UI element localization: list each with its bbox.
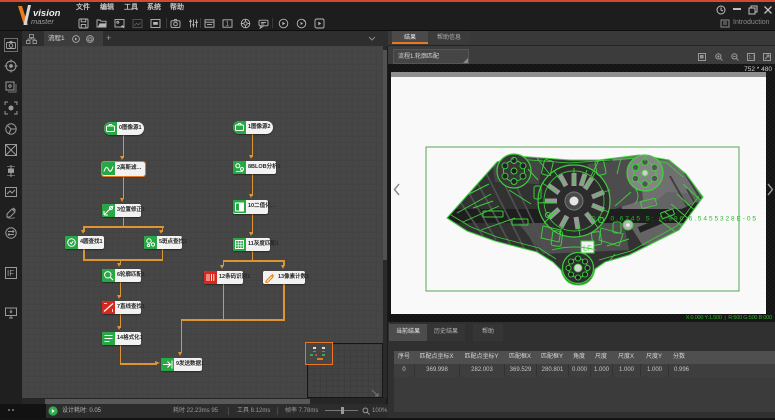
svg-text:1: 1: [226, 22, 230, 28]
svg-text:D6: 0.6745 S: 0.996 6.5455328E: D6: 0.6745 S: 0.996 6.5455328E-05: [591, 216, 756, 223]
svg-text:master: master: [31, 17, 54, 26]
svg-text:1:1: 1:1: [748, 55, 755, 61]
svg-text:IF: IF: [7, 269, 14, 278]
